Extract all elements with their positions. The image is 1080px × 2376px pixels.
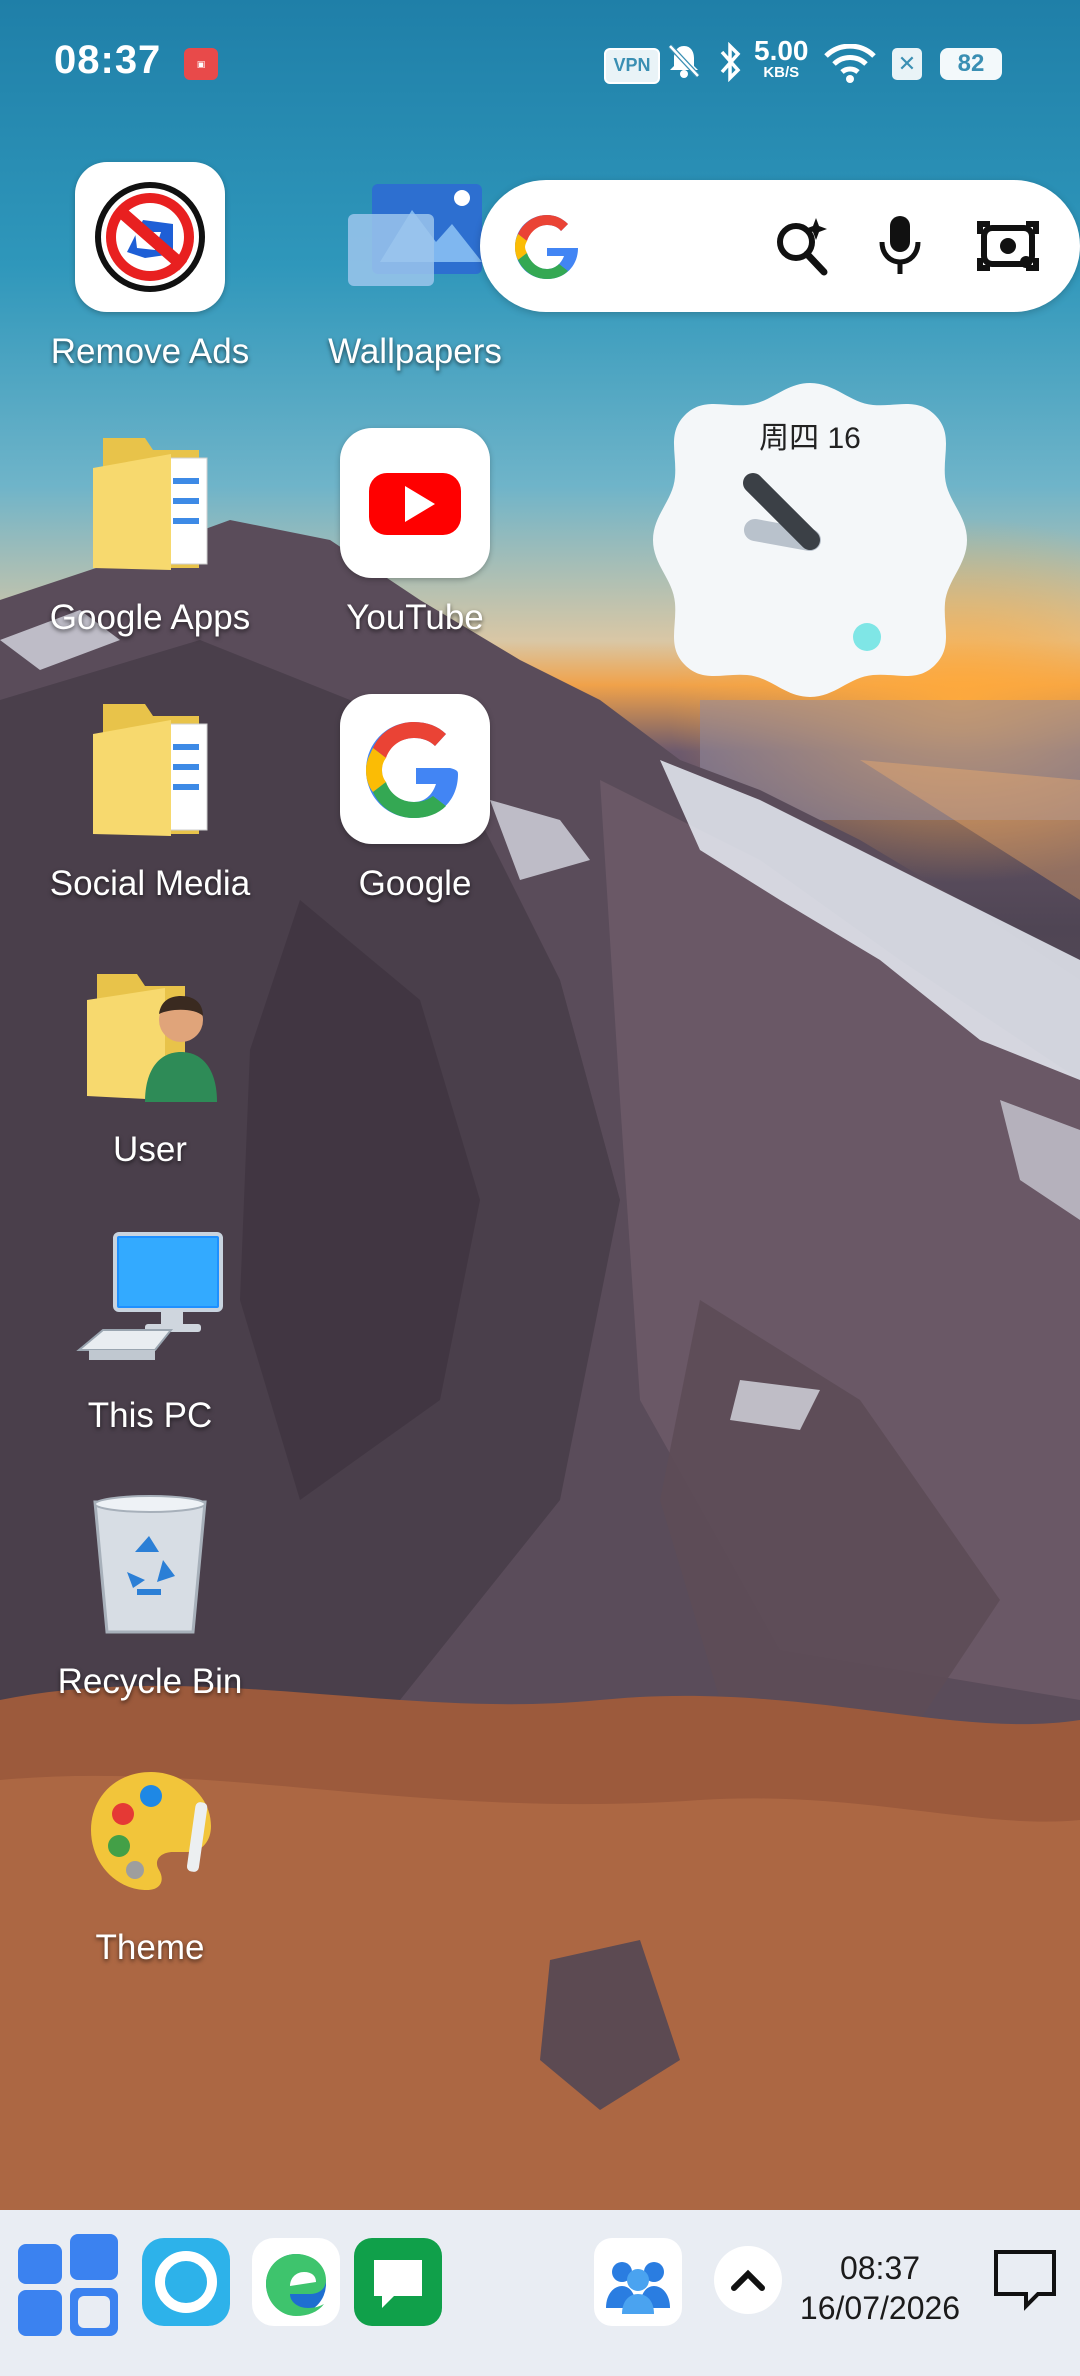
folder-icon	[93, 438, 208, 570]
edge-icon	[252, 2238, 340, 2326]
desktop-icon-youtube[interactable]: YouTube	[285, 428, 545, 638]
desktop-icon-label: Remove Ads	[50, 332, 250, 371]
chat-icon	[354, 2238, 442, 2326]
people-icon	[594, 2238, 682, 2326]
recycle-bin-icon	[93, 1495, 207, 1634]
wallpapers-icon	[348, 184, 482, 286]
battery-icon: 82	[940, 48, 1002, 80]
computer-icon	[76, 1232, 223, 1360]
xiaohongshu-notification-icon: ▣	[184, 48, 218, 80]
status-time: 08:37	[54, 38, 162, 82]
remove-ads-icon	[75, 162, 225, 312]
network-speed: 5.00 KB/S	[754, 37, 809, 82]
desktop-icon-label: Google	[358, 864, 472, 903]
desktop-icon-label: Google Apps	[49, 598, 251, 637]
no-sim-icon: ✕	[892, 48, 922, 80]
desktop-icon-theme[interactable]: Theme	[20, 1758, 280, 1968]
mute-bell-icon	[666, 42, 702, 82]
vpn-icon: VPN	[604, 48, 660, 84]
desktop-icon-label: Theme	[95, 1928, 205, 1967]
folder-icon	[93, 704, 208, 836]
desktop-icon-google[interactable]: Google	[285, 694, 545, 904]
taskbar-date: 16/07/2026	[799, 2290, 961, 2326]
youtube-icon	[340, 428, 490, 578]
search-circle-icon	[142, 2238, 230, 2326]
show-hidden-icons-button[interactable]	[712, 2244, 784, 2316]
desktop-icon-remove-ads[interactable]: Remove Ads	[20, 162, 280, 372]
search-app-button[interactable]	[140, 2236, 232, 2328]
google-g-icon	[515, 215, 578, 279]
notification-bubble-icon	[994, 2250, 1056, 2311]
microphone-icon[interactable]	[878, 214, 922, 278]
palette-icon	[91, 1772, 211, 1890]
google-icon	[340, 694, 490, 844]
desktop-icon-label: This PC	[87, 1396, 213, 1435]
taskbar-time: 08:37	[839, 2250, 921, 2286]
edge-browser-button[interactable]	[250, 2236, 342, 2328]
start-menu-button[interactable]	[14, 2232, 124, 2342]
taskbar-clock[interactable]: 08:37 16/07/2026	[790, 2248, 970, 2328]
desktop-icon-user[interactable]: User	[20, 960, 280, 1170]
clock-date: 周四 16	[759, 422, 861, 455]
search-ai-icon[interactable]	[772, 214, 832, 278]
desktop-icon-google-apps[interactable]: Google Apps	[20, 428, 280, 638]
messages-button[interactable]	[352, 2236, 444, 2328]
bluetooth-icon	[716, 41, 744, 83]
desktop-icon-this-pc[interactable]: This PC	[20, 1226, 280, 1436]
chevron-up-icon	[714, 2246, 782, 2314]
notifications-button[interactable]	[990, 2244, 1060, 2314]
user-folder-icon	[87, 974, 217, 1102]
status-bar: 08:37 ▣ VPN 5.00 KB/S ✕ 82	[0, 0, 1080, 120]
desktop-icon-social-media[interactable]: Social Media	[20, 694, 280, 904]
taskbar: 08:37 16/07/2026	[0, 2210, 1080, 2376]
desktop-icon-label: Wallpapers	[328, 332, 502, 371]
clock-widget[interactable]: 周四 16	[645, 375, 975, 705]
desktop-icon-label: Recycle Bin	[57, 1662, 243, 1701]
google-search-widget[interactable]	[480, 180, 1080, 312]
wifi-icon	[824, 43, 876, 84]
desktop-icon-recycle-bin[interactable]: Recycle Bin	[20, 1492, 280, 1702]
google-lens-icon[interactable]	[976, 216, 1040, 276]
desktop-icon-label: User	[113, 1130, 187, 1169]
people-button[interactable]	[592, 2236, 684, 2328]
desktop-icon-label: Social Media	[49, 864, 251, 903]
desktop-icon-label: YouTube	[346, 598, 484, 637]
start-grid-icon	[18, 2234, 118, 2336]
